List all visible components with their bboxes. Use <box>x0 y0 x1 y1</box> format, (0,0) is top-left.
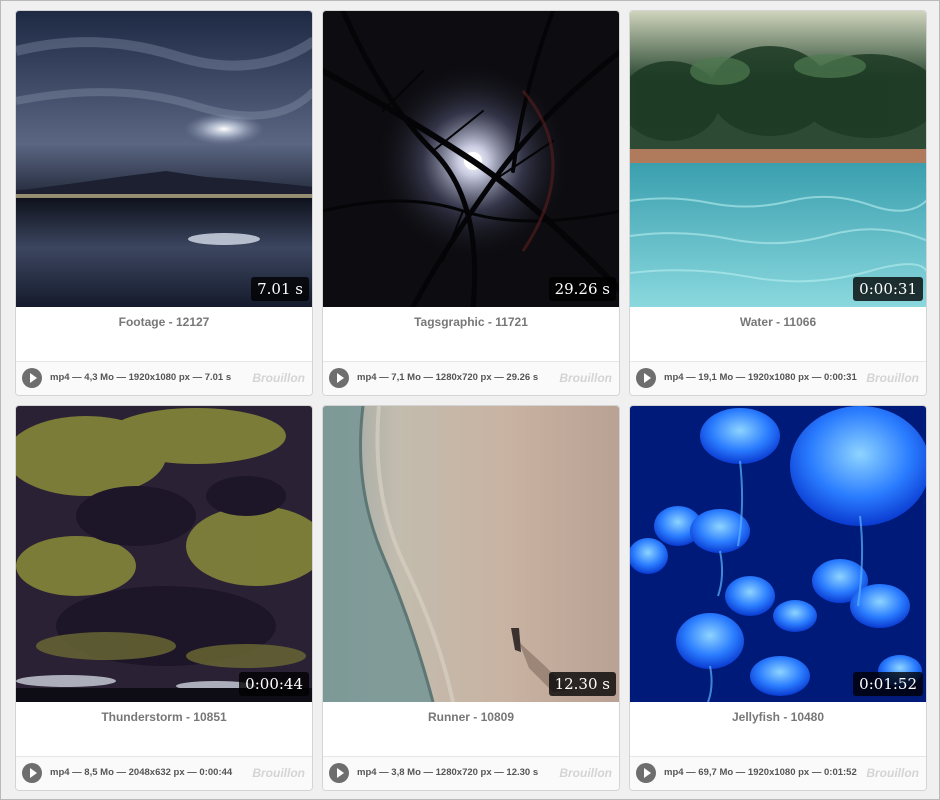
media-grid: 7.01 s Footage - 12127 mp4 — 4,3 Mo — 19… <box>15 10 927 791</box>
media-details: mp4 — 8,5 Mo — 2048x632 px — 0:00:44 <box>50 767 233 778</box>
media-meta-bar: mp4 — 3,8 Mo — 1280x720 px — 12.30 s Bro… <box>323 756 619 790</box>
media-details: mp4 — 3,8 Mo — 1280x720 px — 12.30 s <box>357 767 539 778</box>
media-meta-bar: mp4 — 19,1 Mo — 1920x1080 px — 0:00:31 B… <box>630 361 926 395</box>
media-meta-bar: mp4 — 4,3 Mo — 1920x1080 px — 7.01 s Bro… <box>16 361 312 395</box>
moonlit-lake-image <box>16 11 312 307</box>
beach-aerial-image <box>323 406 619 702</box>
status-label: Brouillon <box>866 766 919 780</box>
media-details: mp4 — 4,3 Mo — 1920x1080 px — 7.01 s <box>50 372 232 383</box>
play-icon[interactable] <box>636 368 656 388</box>
media-card[interactable]: 0:00:31 Water - 11066 mp4 — 19,1 Mo — 19… <box>629 10 927 396</box>
duration-badge: 12.30 s <box>548 672 616 696</box>
media-card[interactable]: 0:00:44 Thunderstorm - 10851 mp4 — 8,5 M… <box>15 405 313 791</box>
media-details: mp4 — 7,1 Mo — 1280x720 px — 29.26 s <box>357 372 539 383</box>
media-library-panel: 7.01 s Footage - 12127 mp4 — 4,3 Mo — 19… <box>0 0 940 800</box>
media-title[interactable]: Tagsgraphic - 11721 <box>323 315 619 329</box>
pool-water-image <box>630 11 926 307</box>
status-label: Brouillon <box>559 371 612 385</box>
storm-clouds-image <box>16 406 312 702</box>
duration-badge: 29.26 s <box>548 277 616 301</box>
video-thumbnail[interactable]: 0:01:52 <box>630 406 926 702</box>
play-icon[interactable] <box>636 763 656 783</box>
media-title[interactable]: Runner - 10809 <box>323 710 619 724</box>
media-title[interactable]: Footage - 12127 <box>16 315 312 329</box>
media-card[interactable]: 0:01:52 Jellyfish - 10480 mp4 — 69,7 Mo … <box>629 405 927 791</box>
play-icon[interactable] <box>22 763 42 783</box>
status-label: Brouillon <box>559 766 612 780</box>
duration-badge: 7.01 s <box>251 277 309 301</box>
duration-badge: 0:00:44 <box>239 672 309 696</box>
media-title[interactable]: Thunderstorm - 10851 <box>16 710 312 724</box>
video-thumbnail[interactable]: 0:00:31 <box>630 11 926 307</box>
media-title[interactable]: Jellyfish - 10480 <box>630 710 926 724</box>
duration-badge: 0:01:52 <box>853 672 923 696</box>
play-icon[interactable] <box>329 368 349 388</box>
video-thumbnail[interactable]: 29.26 s <box>323 11 619 307</box>
media-meta-bar: mp4 — 7,1 Mo — 1280x720 px — 29.26 s Bro… <box>323 361 619 395</box>
media-meta-bar: mp4 — 69,7 Mo — 1920x1080 px — 0:01:52 B… <box>630 756 926 790</box>
media-title[interactable]: Water - 11066 <box>630 315 926 329</box>
video-thumbnail[interactable]: 7.01 s <box>16 11 312 307</box>
media-details: mp4 — 19,1 Mo — 1920x1080 px — 0:00:31 <box>664 372 857 383</box>
play-icon[interactable] <box>329 763 349 783</box>
media-card[interactable]: 7.01 s Footage - 12127 mp4 — 4,3 Mo — 19… <box>15 10 313 396</box>
video-thumbnail[interactable]: 0:00:44 <box>16 406 312 702</box>
media-details: mp4 — 69,7 Mo — 1920x1080 px — 0:01:52 <box>664 767 857 778</box>
video-thumbnail[interactable]: 12.30 s <box>323 406 619 702</box>
media-card[interactable]: 12.30 s Runner - 10809 mp4 — 3,8 Mo — 12… <box>322 405 620 791</box>
play-icon[interactable] <box>22 368 42 388</box>
status-label: Brouillon <box>252 371 305 385</box>
jellyfish-image <box>630 406 926 702</box>
duration-badge: 0:00:31 <box>853 277 923 301</box>
status-label: Brouillon <box>866 371 919 385</box>
media-card[interactable]: 29.26 s Tagsgraphic - 11721 mp4 — 7,1 Mo… <box>322 10 620 396</box>
status-label: Brouillon <box>252 766 305 780</box>
media-meta-bar: mp4 — 8,5 Mo — 2048x632 px — 0:00:44 Bro… <box>16 756 312 790</box>
moon-through-branches-image <box>323 11 619 307</box>
